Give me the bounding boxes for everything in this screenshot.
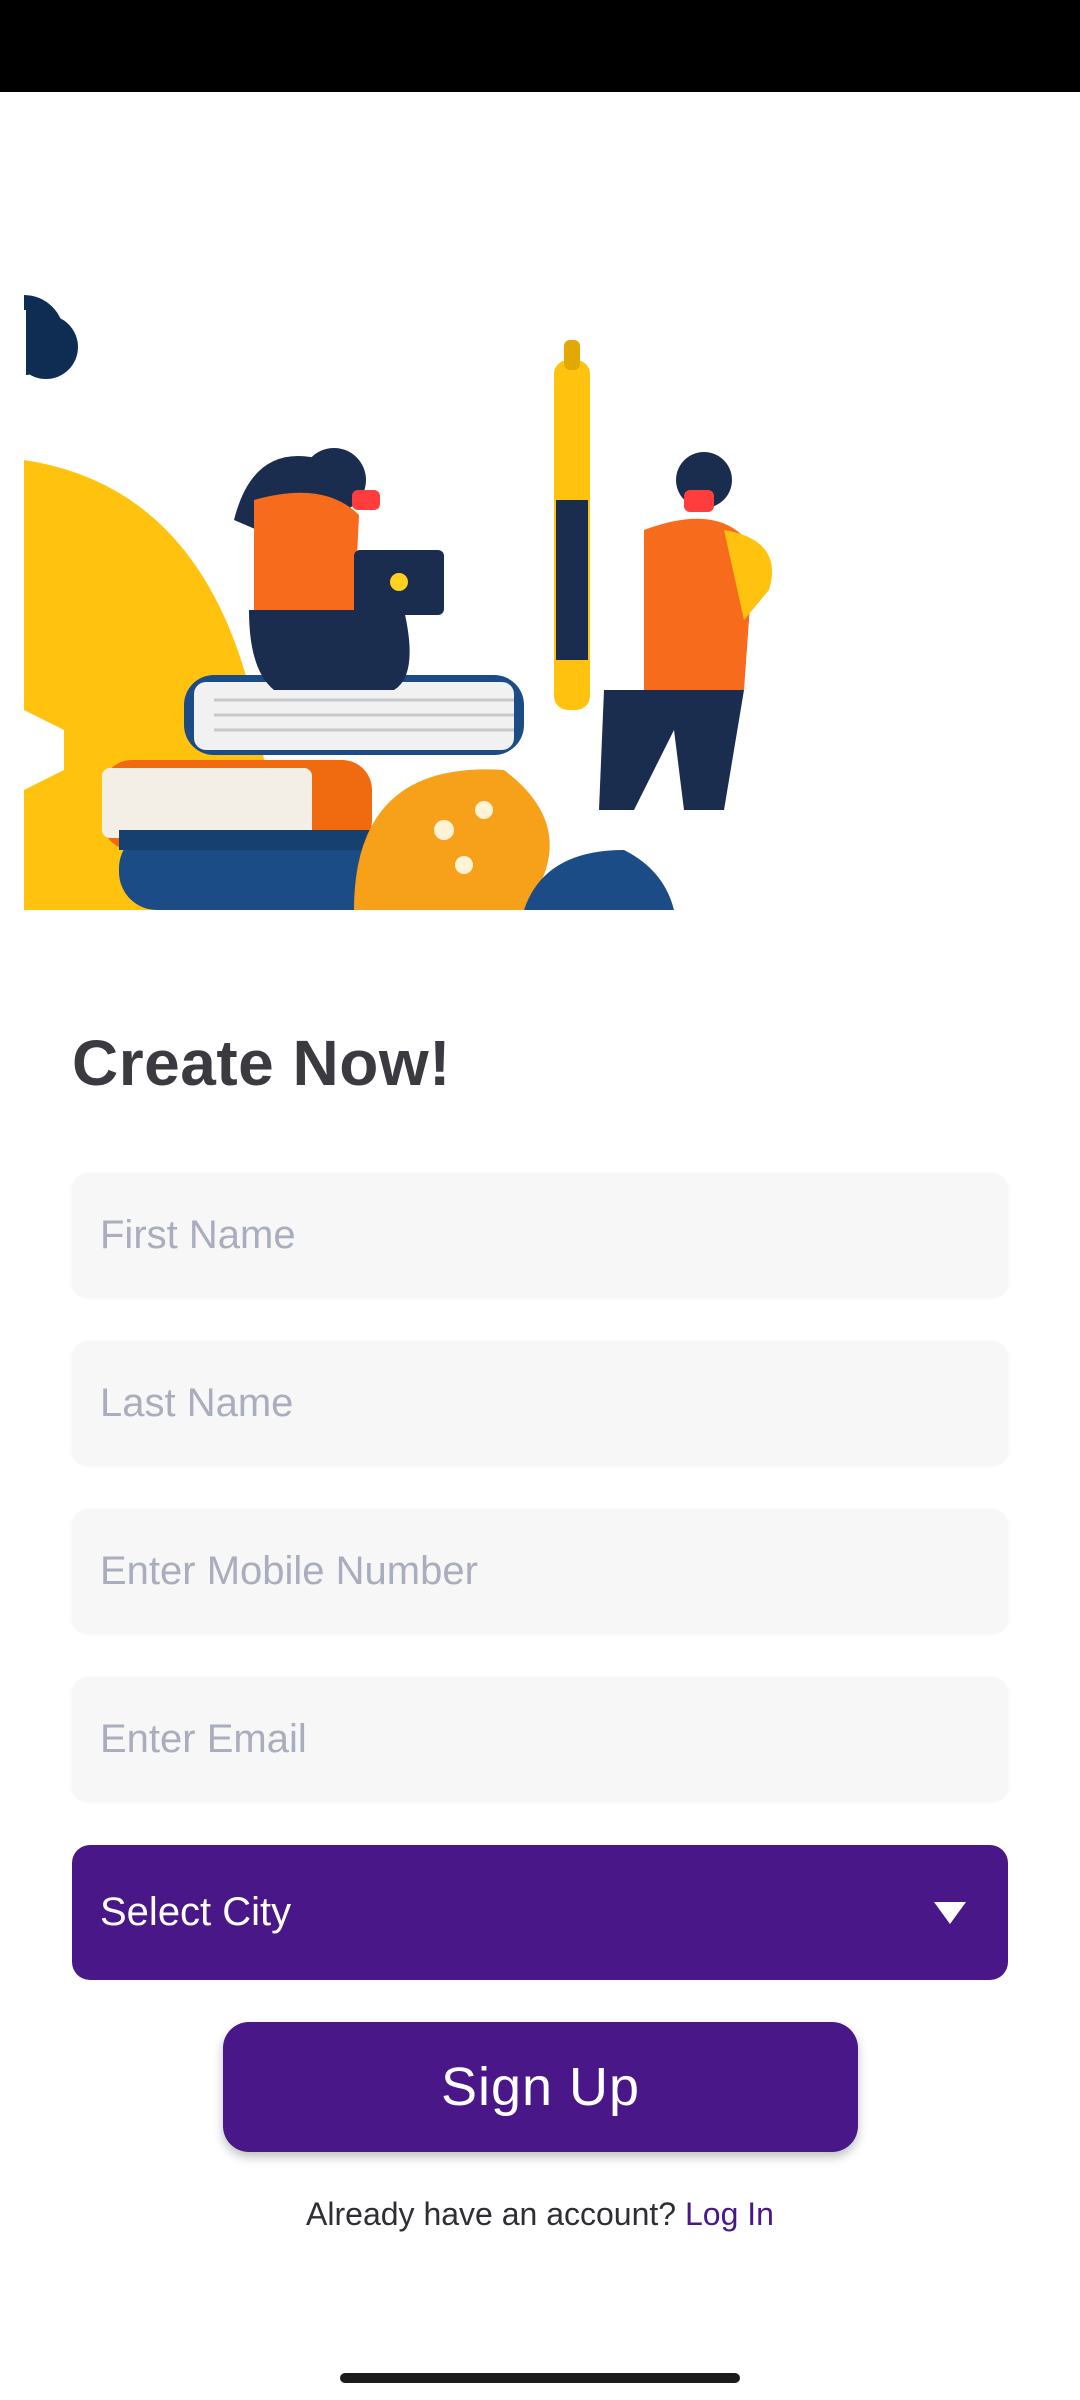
- home-indicator[interactable]: [340, 2373, 740, 2383]
- hero-illustration: [24, 290, 794, 910]
- email-input[interactable]: [72, 1677, 1008, 1801]
- log-in-link[interactable]: Log In: [685, 2196, 774, 2232]
- city-select-label: Select City: [100, 1890, 292, 1934]
- login-prompt-text: Already have an account?: [306, 2196, 677, 2232]
- caret-down-icon: [934, 1901, 966, 1924]
- city-select[interactable]: Select City: [72, 1845, 1008, 1980]
- status-bar: [0, 0, 1080, 92]
- sign-up-button[interactable]: Sign Up: [223, 2022, 858, 2152]
- mobile-number-input[interactable]: [72, 1509, 1008, 1633]
- last-name-input[interactable]: [72, 1341, 1008, 1465]
- login-prompt: Already have an account? Log In: [0, 2196, 1080, 2233]
- first-name-input[interactable]: [72, 1173, 1008, 1297]
- page-title: Create Now!: [72, 1027, 451, 1099]
